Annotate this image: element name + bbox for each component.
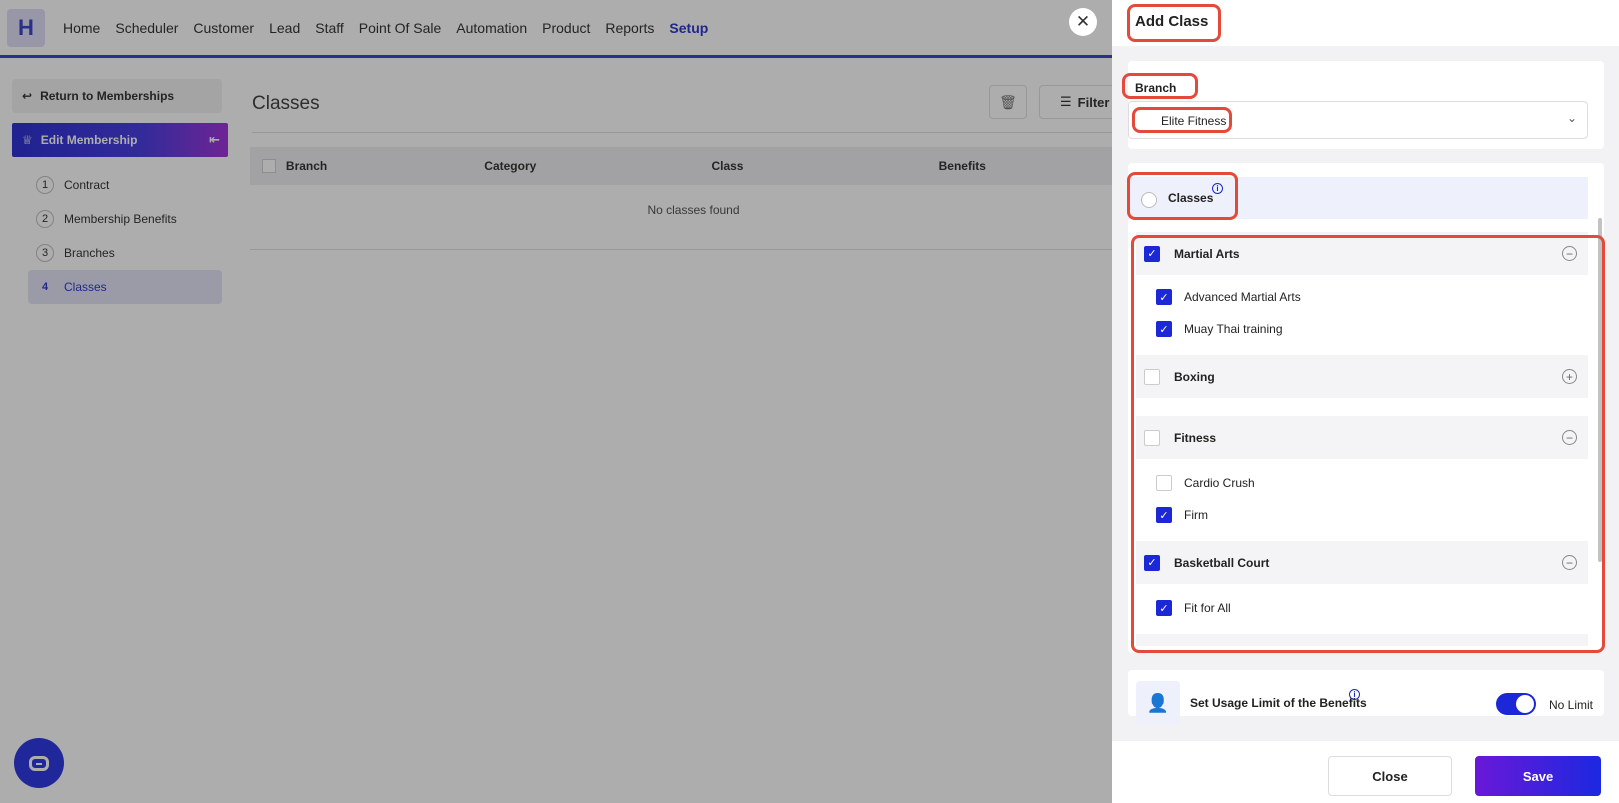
- user-check-icon: 👤: [1136, 681, 1180, 725]
- highlight-outline: [1127, 4, 1221, 42]
- chevron-down-icon: ⌄: [1566, 111, 1577, 125]
- no-limit-toggle[interactable]: [1496, 693, 1536, 715]
- close-drawer-button[interactable]: ✕: [1069, 8, 1097, 36]
- highlight-outline: [1127, 172, 1238, 220]
- highlight-outline: [1122, 73, 1198, 99]
- highlight-outline: [1132, 107, 1232, 133]
- info-icon[interactable]: i: [1349, 689, 1360, 700]
- add-class-drawer: Add Class Branch Elite Fitness ⌄ Classes…: [1112, 0, 1619, 803]
- modal-backdrop[interactable]: [0, 0, 1112, 803]
- toggle-knob: [1516, 695, 1534, 713]
- usage-limit-label: Set Usage Limit of the Benefits: [1190, 696, 1367, 710]
- highlight-outline: [1131, 235, 1605, 653]
- close-button[interactable]: Close: [1328, 756, 1452, 796]
- close-icon: ✕: [1075, 12, 1091, 31]
- no-limit-label: No Limit: [1549, 698, 1594, 712]
- save-button[interactable]: Save: [1475, 756, 1601, 796]
